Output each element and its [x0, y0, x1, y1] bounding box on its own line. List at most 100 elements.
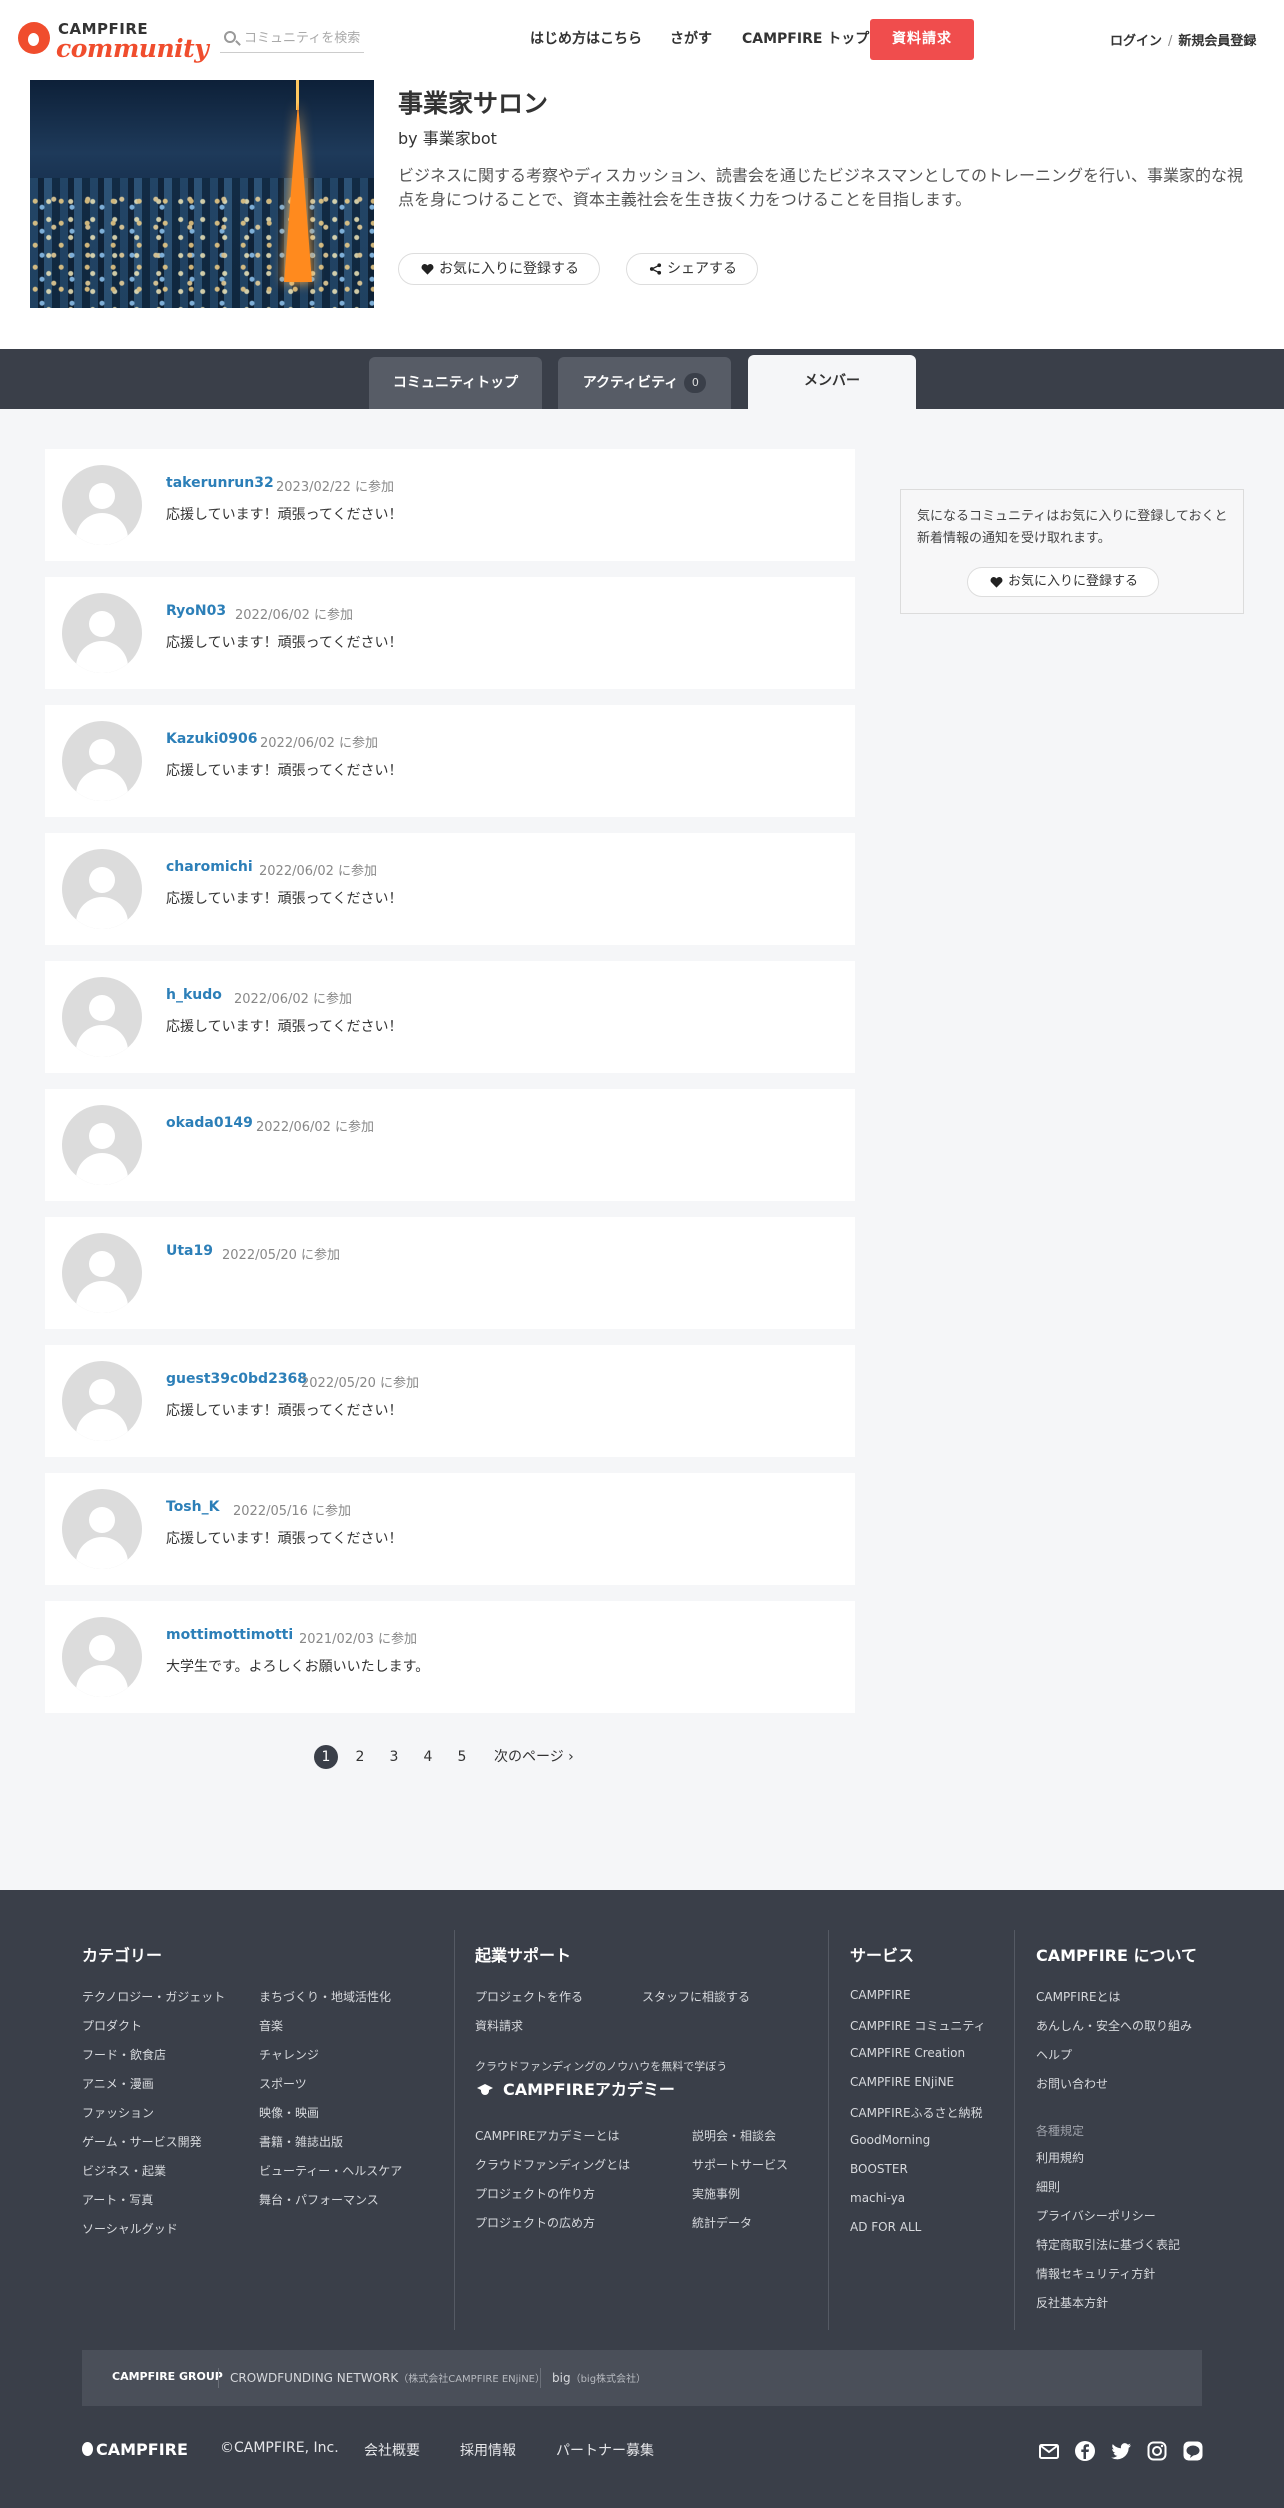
facebook-icon[interactable]	[1074, 2440, 1096, 2462]
academy-link[interactable]: 実施事例	[692, 2185, 740, 2202]
nav-explore[interactable]: さがす	[670, 28, 712, 48]
footer-service-link[interactable]: AD FOR ALL	[850, 2220, 921, 2234]
tab-activity[interactable]: アクティビティ 0	[558, 357, 731, 409]
member-name[interactable]: takerunrun32	[166, 475, 274, 491]
page-2-link[interactable]: 2	[348, 1745, 372, 1769]
member-name[interactable]: Kazuki0906	[166, 731, 258, 747]
footer-category-link[interactable]: スポーツ	[259, 2075, 307, 2092]
academy-title[interactable]: CAMPFIREアカデミー	[475, 2076, 675, 2100]
academy-link[interactable]: サポートサービス	[692, 2156, 788, 2173]
line-icon[interactable]	[1182, 2440, 1204, 2462]
footer-campfire-logo[interactable]: CAMPFIRE	[82, 2440, 188, 2459]
footer-about-link[interactable]: CAMPFIREとは	[1036, 1988, 1121, 2005]
member-name[interactable]: Uta19	[166, 1243, 213, 1259]
footer-service-link[interactable]: CAMPFIRE	[850, 1988, 911, 2002]
page-1-current[interactable]: 1	[314, 1745, 338, 1769]
footer-category-link[interactable]: アニメ・漫画	[82, 2075, 154, 2092]
footer-about-link[interactable]: お問い合わせ	[1036, 2075, 1108, 2092]
login-link[interactable]: ログイン	[1110, 34, 1162, 49]
page-5-link[interactable]: 5	[450, 1745, 474, 1769]
footer-service-link[interactable]: CAMPFIRE コミュニティ	[850, 2017, 986, 2034]
footer-careers-link[interactable]: 採用情報	[460, 2440, 516, 2460]
avatar[interactable]	[62, 1105, 142, 1185]
footer-support-link[interactable]: 資料請求	[475, 2017, 523, 2034]
avatar[interactable]	[62, 465, 142, 545]
footer-company-link[interactable]: 会社概要	[364, 2440, 420, 2460]
mail-icon[interactable]	[1038, 2440, 1060, 2462]
footer-category-link[interactable]: ゲーム・サービス開発	[82, 2133, 202, 2150]
footer-regulation-link[interactable]: 反社基本方針	[1036, 2294, 1108, 2311]
academy-link[interactable]: 説明会・相談会	[692, 2127, 776, 2144]
footer-category-link[interactable]: テクノロジー・ガジェット	[82, 1988, 225, 2005]
tab-community-top[interactable]: コミュニティトップ	[369, 357, 542, 409]
page-3-link[interactable]: 3	[382, 1745, 406, 1769]
member-name[interactable]: mottimottimotti	[166, 1627, 293, 1643]
footer-regulation-link[interactable]: プライバシーポリシー	[1036, 2207, 1156, 2224]
avatar[interactable]	[62, 1361, 142, 1441]
next-page-link[interactable]: 次のページ ›	[494, 1745, 574, 1769]
member-name[interactable]: RyoN03	[166, 603, 226, 619]
footer-category-link[interactable]: ファッション	[82, 2104, 154, 2121]
community-owner[interactable]: 事業家bot	[423, 129, 497, 148]
footer-category-link[interactable]: ソーシャルグッド	[82, 2220, 178, 2237]
avatar[interactable]	[62, 1617, 142, 1697]
footer-category-link[interactable]: ビューティー・ヘルスケア	[259, 2162, 402, 2179]
footer-about-link[interactable]: あんしん・安全への取り組み	[1036, 2017, 1192, 2034]
sidebar-favorite-button[interactable]: お気に入りに登録する	[967, 567, 1160, 597]
footer-service-link[interactable]: CAMPFIREふるさと納税	[850, 2104, 983, 2121]
member-name[interactable]: h_kudo	[166, 987, 222, 1003]
footer-service-link[interactable]: CAMPFIRE Creation	[850, 2046, 965, 2060]
request-materials-button[interactable]: 資料請求	[870, 19, 974, 60]
academy-link[interactable]: 統計データ	[692, 2214, 752, 2231]
footer-category-link[interactable]: プロダクト	[82, 2017, 142, 2034]
avatar[interactable]	[62, 721, 142, 801]
academy-link[interactable]: プロジェクトの広め方	[475, 2214, 595, 2231]
footer-regulation-link[interactable]: 特定商取引法に基づく表記	[1036, 2236, 1180, 2253]
group-link-big[interactable]: big（big株式会社）	[552, 2370, 646, 2385]
footer-regulation-link[interactable]: 情報セキュリティ方針	[1036, 2265, 1155, 2282]
nav-campfire-top[interactable]: CAMPFIRE トップ	[742, 28, 869, 48]
footer-category-link[interactable]: 映像・映画	[259, 2104, 319, 2121]
academy-link[interactable]: CAMPFIREアカデミーとは	[475, 2127, 620, 2144]
academy-link[interactable]: クラウドファンディングとは	[475, 2156, 630, 2173]
tab-members[interactable]: メンバー	[748, 355, 916, 409]
footer-category-link[interactable]: 書籍・雑誌出版	[259, 2133, 343, 2150]
search-input[interactable]	[244, 27, 362, 49]
avatar[interactable]	[62, 1233, 142, 1313]
footer-about-link[interactable]: ヘルプ	[1036, 2046, 1072, 2063]
signup-link[interactable]: 新規会員登録	[1178, 34, 1256, 49]
share-button[interactable]: シェアする	[626, 253, 758, 285]
footer-category-link[interactable]: ビジネス・起業	[82, 2162, 166, 2179]
footer-service-link[interactable]: GoodMorning	[850, 2133, 930, 2147]
footer-support-link[interactable]: スタッフに相談する	[642, 1988, 750, 2005]
footer-category-link[interactable]: まちづくり・地域活性化	[259, 1988, 391, 2005]
avatar[interactable]	[62, 1489, 142, 1569]
avatar[interactable]	[62, 977, 142, 1057]
nav-getting-started[interactable]: はじめ方はこちら	[530, 28, 642, 48]
avatar[interactable]	[62, 849, 142, 929]
group-link-crowdfunding-network[interactable]: CROWDFUNDING NETWORK（株式会社CAMPFIRE ENjiNE…	[230, 2370, 545, 2385]
avatar[interactable]	[62, 593, 142, 673]
footer-category-link[interactable]: 音楽	[259, 2017, 283, 2034]
favorite-button[interactable]: お気に入りに登録する	[398, 253, 600, 285]
footer-category-link[interactable]: フード・飲食店	[82, 2046, 166, 2063]
footer-partners-link[interactable]: パートナー募集	[556, 2440, 654, 2460]
campfire-community-logo[interactable]: CAMPFIRE community	[18, 20, 209, 63]
footer-support-link[interactable]: プロジェクトを作る	[475, 1988, 583, 2005]
member-name[interactable]: Tosh_K	[166, 1499, 219, 1515]
twitter-icon[interactable]	[1110, 2440, 1132, 2462]
member-name[interactable]: charomichi	[166, 859, 253, 875]
footer-category-link[interactable]: 舞台・パフォーマンス	[259, 2191, 379, 2208]
footer-category-link[interactable]: チャレンジ	[259, 2046, 319, 2063]
instagram-icon[interactable]	[1146, 2440, 1168, 2462]
page-4-link[interactable]: 4	[416, 1745, 440, 1769]
academy-link[interactable]: プロジェクトの作り方	[475, 2185, 595, 2202]
footer-regulation-link[interactable]: 細則	[1036, 2178, 1060, 2195]
footer-category-link[interactable]: アート・写真	[82, 2191, 153, 2208]
footer-service-link[interactable]: machi-ya	[850, 2191, 905, 2205]
member-name[interactable]: guest39c0bd2368	[166, 1371, 307, 1387]
footer-service-link[interactable]: BOOSTER	[850, 2162, 908, 2176]
footer-regulation-link[interactable]: 利用規約	[1036, 2149, 1084, 2166]
member-name[interactable]: okada0149	[166, 1115, 253, 1131]
footer-service-link[interactable]: CAMPFIRE ENjiNE	[850, 2075, 954, 2089]
